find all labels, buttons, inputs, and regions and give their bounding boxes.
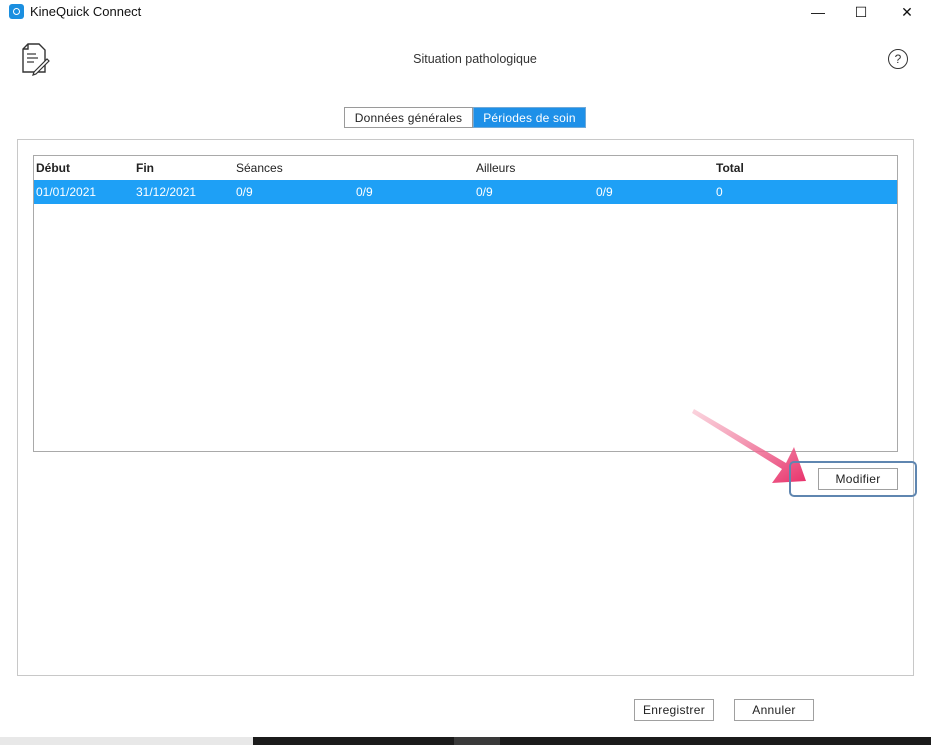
taskbar bbox=[253, 737, 931, 745]
cell-ailleurs-2: 0/9 bbox=[596, 185, 613, 199]
column-header-debut[interactable]: Début bbox=[36, 161, 70, 175]
maximize-icon[interactable]: ☐ bbox=[838, 0, 884, 24]
close-icon[interactable]: ✕ bbox=[884, 0, 930, 24]
column-header-seances[interactable]: Séances bbox=[236, 161, 283, 175]
minimize-icon[interactable]: — bbox=[795, 0, 841, 24]
tab-periodes-de-soin[interactable]: Périodes de soin bbox=[473, 107, 586, 128]
column-header-ailleurs[interactable]: Ailleurs bbox=[476, 161, 515, 175]
column-header-total[interactable]: Total bbox=[716, 161, 744, 175]
cell-debut: 01/01/2021 bbox=[36, 185, 97, 199]
kinequick-app-icon bbox=[9, 4, 24, 19]
cell-seances-1: 0/9 bbox=[236, 185, 253, 199]
enregistrer-button[interactable]: Enregistrer bbox=[634, 699, 714, 721]
cell-fin: 31/12/2021 bbox=[136, 185, 197, 199]
taskbar-item[interactable] bbox=[454, 737, 500, 745]
help-icon[interactable]: ? bbox=[888, 49, 908, 69]
cell-seances-2: 0/9 bbox=[356, 185, 373, 199]
column-header-fin[interactable]: Fin bbox=[136, 161, 154, 175]
cell-total: 0 bbox=[716, 185, 723, 199]
cell-ailleurs-1: 0/9 bbox=[476, 185, 493, 199]
desktop-strip bbox=[0, 737, 253, 745]
annuler-button[interactable]: Annuler bbox=[734, 699, 814, 721]
dialog-title: Situation pathologique bbox=[413, 52, 537, 66]
window-title: KineQuick Connect bbox=[30, 4, 142, 19]
modifier-button[interactable]: Modifier bbox=[818, 468, 898, 490]
tab-donnees-generales[interactable]: Données générales bbox=[344, 107, 473, 128]
